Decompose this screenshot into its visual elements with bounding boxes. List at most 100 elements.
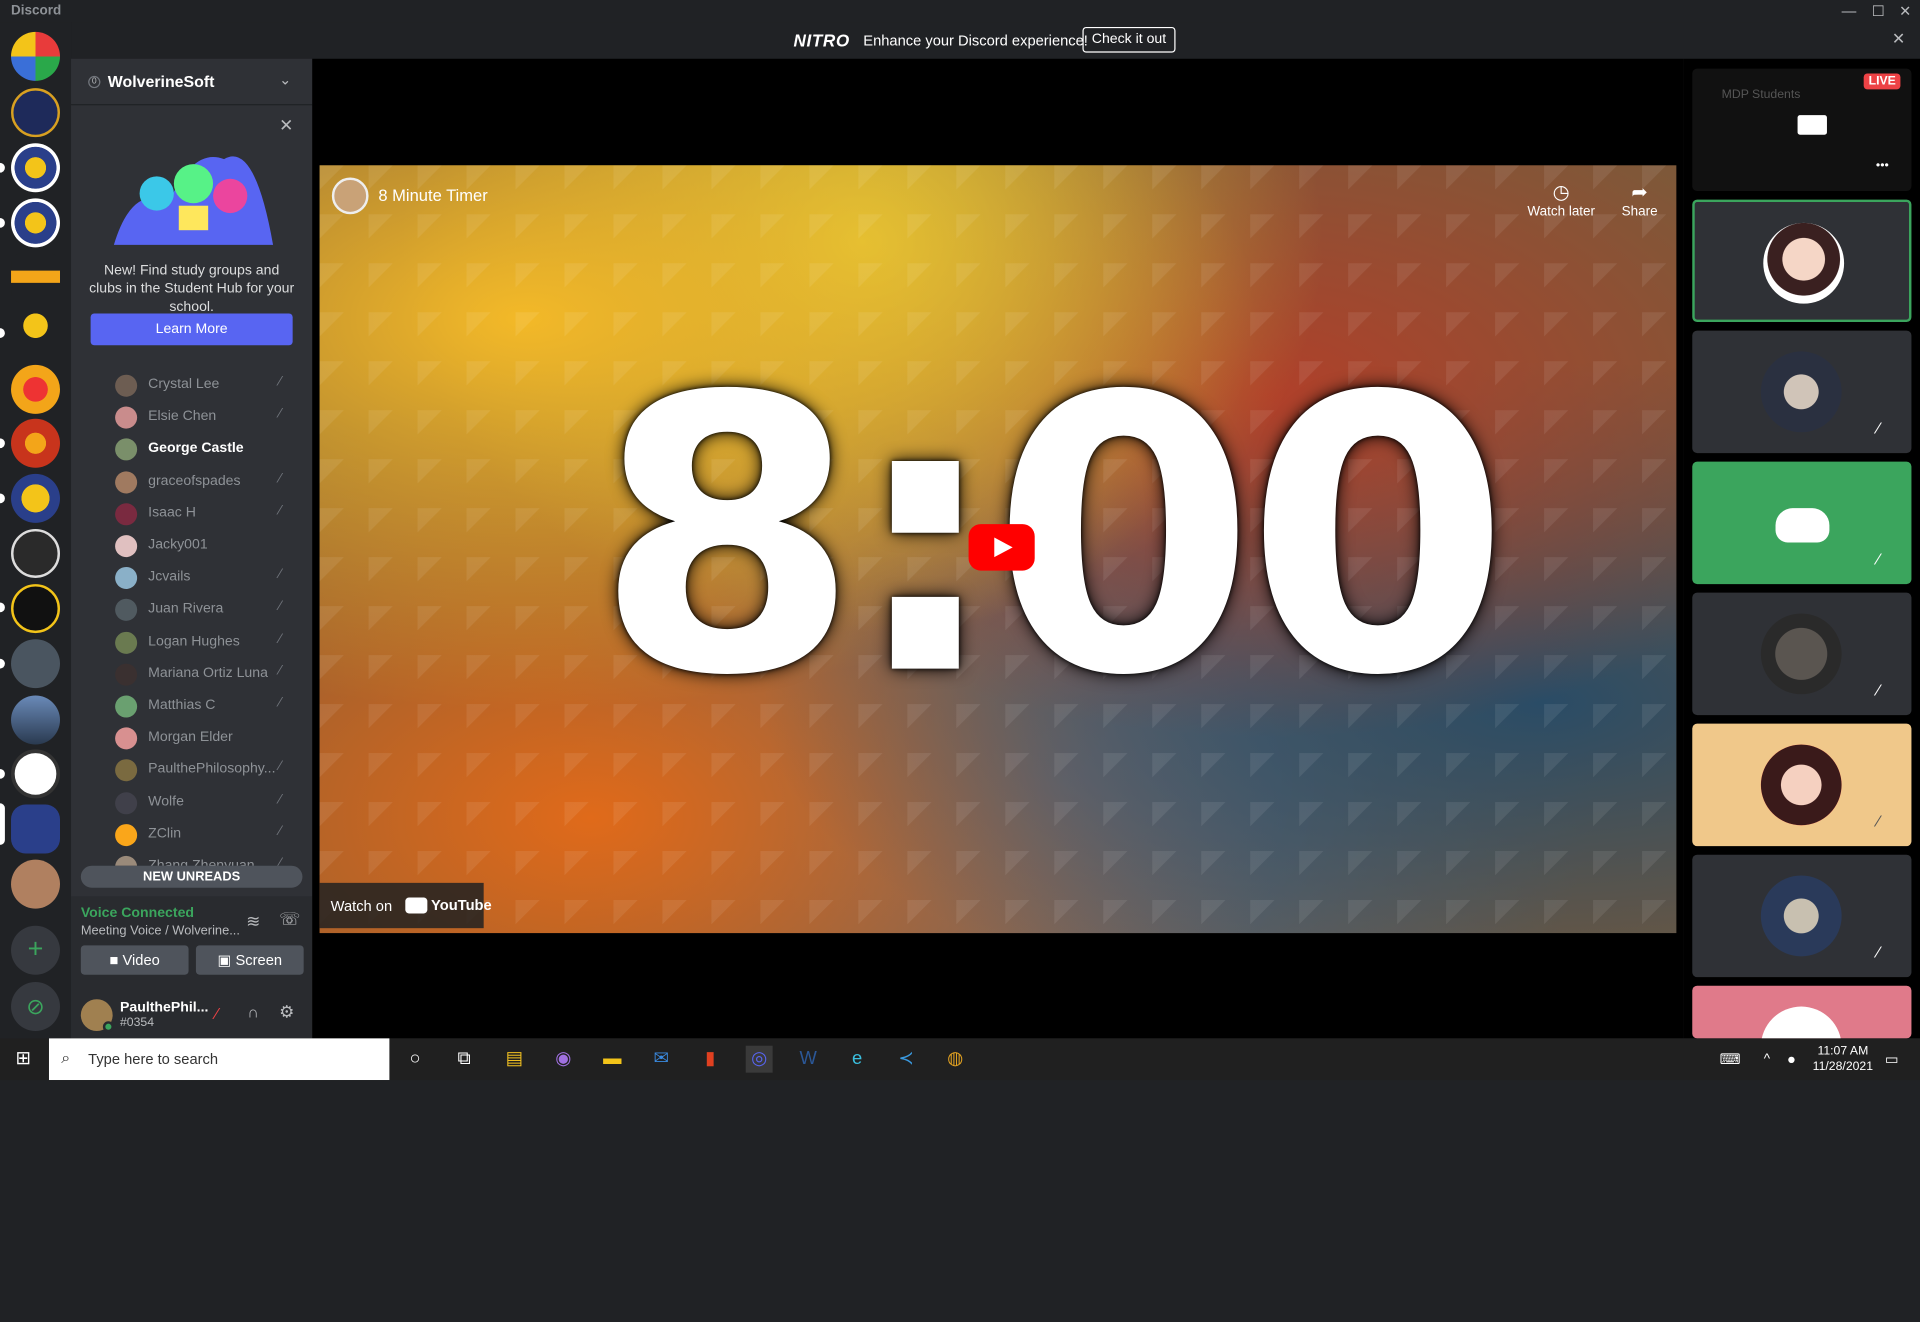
voice-member-row[interactable]: Wolfe ⁄ — [108, 787, 304, 819]
watch-later-label: Watch later — [1527, 204, 1596, 220]
voice-member-row[interactable]: Morgan Elder — [108, 723, 304, 755]
edge-icon[interactable]: e — [844, 1046, 871, 1073]
voice-member-row[interactable]: Isaac H ⁄ — [108, 498, 304, 530]
voice-member-row[interactable]: George Castle — [108, 434, 304, 466]
server-icon[interactable] — [11, 528, 61, 578]
participant-tile[interactable]: ⁄ — [1692, 461, 1912, 585]
muted-mic-icon: ⁄ — [279, 791, 282, 807]
chrome-icon[interactable]: ◍ — [942, 1046, 969, 1073]
channel-avatar[interactable] — [331, 177, 369, 215]
new-unreads-pill[interactable]: NEW UNREADS — [80, 865, 303, 888]
member-name: Jacky001 — [148, 537, 208, 553]
avatar — [115, 406, 138, 429]
voice-member-row[interactable]: Zhang Zhenyuan ⁄ — [108, 851, 304, 866]
system-clock[interactable]: 11:07 AM 11/28/2021 — [1806, 1043, 1879, 1075]
student-hub-promo: ✕ New! Find study groups and clubs in th… — [71, 105, 312, 411]
server-rail: + ⊘ — [0, 22, 72, 1039]
discord-taskbar-icon[interactable]: ◎ — [745, 1045, 773, 1073]
server-icon[interactable] — [11, 253, 61, 303]
voice-member-row[interactable]: Mariana Ortiz Luna ⁄ — [108, 659, 304, 691]
muted-mic-icon: ⁄ — [279, 631, 282, 647]
headphones-icon[interactable]: ∩ — [247, 1003, 258, 1021]
video-button[interactable]: ■ Video — [80, 945, 189, 975]
voice-channel[interactable]: Meeting Voice / Wolverine... — [81, 923, 240, 938]
server-icon[interactable] — [11, 859, 61, 909]
server-icon[interactable] — [11, 198, 61, 248]
notifications-icon[interactable]: ▭ — [1878, 1046, 1905, 1073]
server-icon[interactable] — [11, 639, 61, 689]
mail-icon[interactable]: ✉ — [648, 1046, 675, 1073]
server-icon[interactable] — [11, 308, 61, 358]
voice-member-row[interactable]: Logan Hughes ⁄ — [108, 626, 304, 658]
windows-start-icon[interactable]: ⊞ — [10, 1046, 37, 1073]
voice-member-row[interactable]: Juan Rivera ⁄ — [108, 594, 304, 626]
server-icon-selected[interactable] — [11, 804, 61, 854]
check-it-out-button[interactable]: Check it out — [1082, 26, 1176, 53]
noise-suppression-icon[interactable]: ≋ — [246, 911, 260, 932]
server-icon[interactable] — [11, 695, 61, 745]
disconnect-icon[interactable]: ☏ — [279, 909, 300, 930]
cortana-icon[interactable]: ○ — [402, 1046, 429, 1073]
voice-member-row[interactable]: PaulthePhilosophy... ⁄ — [108, 755, 304, 787]
gear-icon[interactable]: ⚙ — [279, 1002, 294, 1023]
minimize-button[interactable]: — — [1837, 1, 1861, 21]
voice-member-row[interactable]: ZClin ⁄ — [108, 819, 304, 851]
more-options-icon[interactable]: ••• — [1876, 159, 1889, 172]
play-button[interactable] — [968, 524, 1035, 571]
word-icon[interactable]: W — [795, 1046, 822, 1073]
add-server-icon[interactable]: + — [11, 925, 61, 975]
participant-tile[interactable]: ⁄ — [1692, 854, 1912, 978]
server-icon[interactable] — [11, 473, 61, 523]
app-icon[interactable]: ◉ — [550, 1046, 577, 1073]
server-icon[interactable] — [11, 418, 61, 468]
server-header[interactable]: 0 WolverineSoft ⌄ — [71, 59, 313, 106]
share-button[interactable]: ➦ Share — [1615, 180, 1664, 219]
promo-close-icon[interactable]: ✕ — [279, 115, 293, 136]
maximize-button[interactable]: ☐ — [1866, 1, 1890, 21]
learn-more-button[interactable]: Learn More — [90, 313, 293, 346]
voice-member-row[interactable]: Jacky001 — [108, 530, 304, 562]
participant-tile[interactable] — [1692, 199, 1912, 323]
participant-tile[interactable] — [1692, 985, 1912, 1039]
muted-mic-icon: ⁄ — [1877, 942, 1880, 962]
participant-tile[interactable]: ⁄ — [1692, 723, 1912, 847]
server-icon[interactable] — [11, 364, 61, 414]
close-window-button[interactable]: ✕ — [1893, 1, 1917, 21]
microphone-icon[interactable]: ● — [1778, 1046, 1805, 1073]
office-icon[interactable]: ▮ — [697, 1046, 724, 1073]
participant-tile[interactable]: ⁄ — [1692, 592, 1912, 716]
live-badge: LIVE — [1863, 73, 1901, 90]
voice-member-row[interactable]: Jcvails ⁄ — [108, 562, 304, 594]
watch-on-youtube-button[interactable]: Watch on YouTube — [319, 882, 492, 929]
explore-servers-icon[interactable]: ⊘ — [11, 982, 61, 1032]
server-icon[interactable] — [11, 143, 61, 193]
stream-tile[interactable]: MDP Students LIVE ••• — [1692, 68, 1912, 192]
keyboard-icon[interactable]: ⌨ — [1717, 1046, 1744, 1073]
server-icon[interactable] — [11, 88, 61, 138]
mute-mic-icon[interactable]: ⁄ — [216, 1004, 219, 1022]
voice-member-row[interactable]: graceofspades ⁄ — [108, 466, 304, 498]
voice-status[interactable]: Voice Connected — [81, 906, 194, 921]
taskbar-search[interactable]: ⌕ Type here to search — [48, 1038, 390, 1081]
server-icon[interactable] — [11, 31, 61, 81]
muted-mic-icon: ⁄ — [1877, 549, 1880, 569]
video-title[interactable]: 8 Minute Timer — [378, 186, 487, 204]
server-icon[interactable] — [11, 749, 61, 799]
youtube-embed[interactable]: 8 Minute Timer ◷ Watch later ➦ Share 8:0… — [319, 165, 1677, 934]
voice-member-row[interactable]: Crystal Lee ⁄ — [108, 370, 304, 402]
discord-logo-icon — [1775, 508, 1830, 543]
watch-later-button[interactable]: ◷ Watch later — [1525, 180, 1598, 219]
store-icon[interactable]: ▤ — [501, 1046, 528, 1073]
participant-tile[interactable]: ⁄ — [1692, 330, 1912, 454]
server-icon[interactable] — [11, 584, 61, 634]
tray-chevron-icon[interactable]: ^ — [1753, 1046, 1780, 1073]
avatar — [115, 663, 138, 686]
username[interactable]: PaulthePhil... — [120, 1000, 208, 1015]
vscode-icon[interactable]: ≺ — [893, 1046, 920, 1073]
screen-share-button[interactable]: ▣ Screen — [195, 945, 304, 975]
voice-member-row[interactable]: Elsie Chen ⁄ — [108, 402, 304, 434]
task-view-icon[interactable]: ⧉ — [451, 1046, 478, 1073]
banner-close-icon[interactable]: ✕ — [1892, 29, 1905, 49]
voice-member-row[interactable]: Matthias C ⁄ — [108, 691, 304, 723]
file-explorer-icon[interactable]: ▬ — [599, 1046, 626, 1073]
